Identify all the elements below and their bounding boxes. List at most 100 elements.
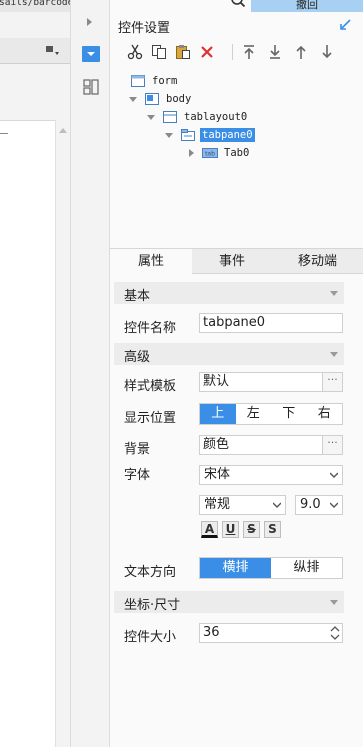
tab-icon: tab [202, 146, 218, 160]
tree-node-form[interactable]: form [114, 72, 179, 90]
position-label: 显示位置 [124, 411, 177, 426]
font-color-button[interactable]: A [201, 521, 218, 538]
tree-node-tabpane0[interactable]: tabpane0 [164, 126, 255, 144]
svg-text:tab: tab [205, 151, 215, 158]
more-button[interactable]: ··· [322, 373, 342, 391]
text-direction-selector: 横排 纵排 [199, 557, 343, 579]
section-collapse-icon[interactable] [330, 291, 338, 296]
font-family-select[interactable]: 宋体 [199, 465, 343, 485]
position-right-option[interactable]: 右 [307, 404, 343, 424]
form-icon [130, 74, 146, 88]
font-style-buttons: A U S S [201, 521, 281, 541]
tablayout-icon [162, 110, 178, 124]
layout-icon[interactable] [83, 79, 99, 95]
name-field[interactable]: tabpane0 [199, 313, 343, 333]
position-bottom-option[interactable]: 下 [271, 404, 307, 424]
tree-node-tablayout0[interactable]: tablayout0 [146, 108, 249, 126]
expand-down-icon[interactable] [146, 114, 156, 120]
code-editor[interactable] [0, 120, 55, 747]
font-size-value: 9.0 [300, 497, 321, 512]
widget-settings-toggle-icon[interactable] [82, 46, 100, 62]
underline-button[interactable]: U [222, 521, 239, 538]
background-field[interactable]: 颜色 ··· [199, 435, 343, 455]
section-collapse-icon[interactable] [330, 600, 338, 605]
font-family-value: 宋体 [204, 467, 231, 482]
strikethrough-button[interactable]: S [243, 521, 260, 538]
toolbar-separator [232, 44, 233, 60]
more-button[interactable]: ··· [322, 436, 342, 454]
tree-node-label: form [152, 75, 178, 87]
shadow-button[interactable]: S [264, 521, 281, 538]
side-strip [70, 0, 110, 747]
section-basic[interactable]: 基本 [114, 282, 344, 304]
tree-node-tab0[interactable]: tab Tab0 [186, 144, 251, 162]
property-tabs: 属性 事件 移动端 [110, 248, 363, 274]
paste-icon[interactable] [172, 40, 194, 64]
section-collapse-icon[interactable] [330, 352, 338, 357]
editor-path-bar: sails/barcode4j/output/CanvasProvider [0, 0, 70, 12]
scroll-up-icon[interactable] [59, 128, 67, 133]
widget-tree: form body tablayout0 tabpane0 tab Tab0 [110, 66, 363, 248]
expand-down-icon[interactable] [128, 96, 138, 102]
section-coordinates[interactable]: 坐标·尺寸 [114, 591, 344, 613]
tree-node-label-selected: tabpane0 [200, 128, 255, 142]
editor-area: sails/barcode4j/output/CanvasProvider [0, 0, 70, 747]
tree-node-label: tablayout0 [184, 111, 248, 123]
font-style-select[interactable]: 常规 [199, 495, 286, 515]
move-bottom-icon[interactable] [264, 40, 286, 64]
control-size-field[interactable]: 36 [199, 623, 343, 643]
cut-icon[interactable] [124, 40, 146, 64]
background-label: 背景 [124, 442, 151, 457]
move-up-icon[interactable] [290, 40, 312, 64]
editor-gutter-mark [0, 133, 8, 134]
tab-mobile[interactable]: 移动端 [272, 249, 363, 274]
chevron-down-icon [330, 502, 338, 508]
tree-node-body[interactable]: body [128, 90, 193, 108]
editor-path-text: sails/barcode4j/output/CanvasProvider [0, 0, 70, 8]
delete-icon[interactable] [196, 40, 218, 64]
position-top-option[interactable]: 上 [200, 404, 236, 424]
text-direction-vertical-option[interactable]: 纵排 [271, 558, 342, 578]
tab-events[interactable]: 事件 [192, 249, 272, 274]
position-selector: 上 左 下 右 [199, 403, 343, 425]
tabpane-icon [180, 128, 196, 142]
style-template-value: 默认 [203, 374, 230, 389]
position-left-option[interactable]: 左 [236, 404, 272, 424]
section-title: 坐标·尺寸 [124, 598, 181, 613]
section-title: 高级 [124, 350, 151, 365]
undo-button[interactable]: 撤回 [251, 0, 363, 12]
section-advanced[interactable]: 高级 [114, 343, 344, 365]
paint-dropdown-icon[interactable] [46, 45, 60, 57]
move-top-icon[interactable] [238, 40, 260, 64]
chevron-down-icon [330, 472, 338, 478]
font-label: 字体 [124, 468, 151, 483]
font-style-value: 常规 [204, 497, 231, 512]
properties-pane: 基本 控件名称 tabpane0 高级 样式模板 默认 ··· 显示位置 上 左… [110, 274, 363, 747]
editor-scrollbar[interactable] [55, 120, 70, 747]
text-direction-label: 文本方向 [124, 565, 177, 580]
background-value: 颜色 [203, 437, 230, 452]
expand-chevron-icon[interactable] [87, 18, 92, 26]
spinner-icon[interactable] [328, 624, 342, 642]
expand-down-icon[interactable] [164, 132, 174, 138]
tree-node-label: body [166, 93, 192, 105]
widget-settings-panel: 撤回 控件设置 form body tablayout0 tabpane0 ta… [110, 0, 363, 747]
text-direction-horizontal-option[interactable]: 横排 [200, 558, 271, 578]
name-label: 控件名称 [124, 321, 177, 336]
expand-right-icon[interactable] [186, 149, 196, 157]
control-size-value: 36 [203, 625, 220, 640]
copy-icon[interactable] [148, 40, 170, 64]
body-icon [144, 92, 160, 106]
search-icon[interactable] [230, 0, 246, 10]
collapse-arrow-icon[interactable] [339, 19, 351, 31]
chevron-down-icon [273, 502, 281, 508]
section-title: 基本 [124, 289, 151, 304]
style-template-field[interactable]: 默认 ··· [199, 372, 343, 392]
tree-node-label: Tab0 [224, 147, 250, 159]
control-size-label: 控件大小 [124, 630, 177, 645]
panel-title: 控件设置 [118, 21, 171, 36]
font-size-select[interactable]: 9.0 [295, 495, 343, 515]
style-template-label: 样式模板 [124, 379, 177, 394]
tab-properties[interactable]: 属性 [110, 249, 192, 274]
move-down-icon[interactable] [316, 40, 338, 64]
